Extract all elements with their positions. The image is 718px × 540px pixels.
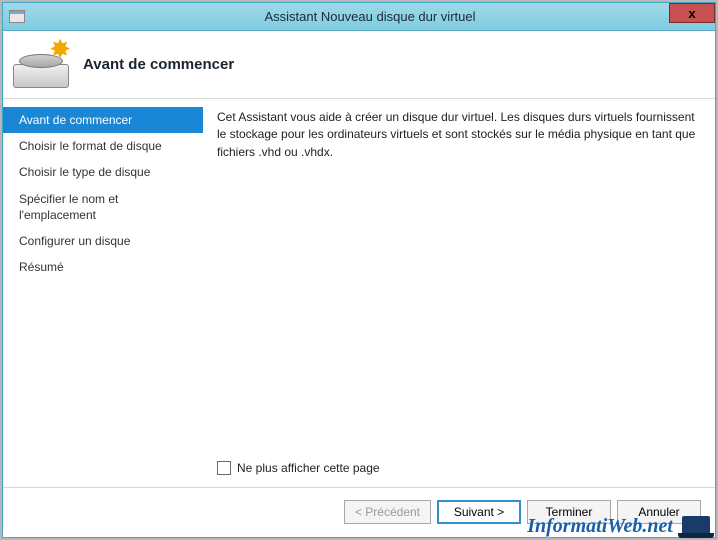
new-star-icon: ✸ (49, 36, 71, 62)
step-specifier-nom[interactable]: Spécifier le nom et l'emplacement (3, 186, 203, 228)
wizard-footer: < Précédent Suivant > Terminer Annuler (3, 487, 715, 535)
step-resume[interactable]: Résumé (3, 254, 203, 280)
close-icon: x (688, 6, 695, 21)
disk-icon: ✸ (13, 42, 69, 88)
wizard-steps: Avant de commencer Choisir le format de … (3, 99, 203, 487)
wizard-content: Cet Assistant vous aide à créer un disqu… (203, 99, 715, 487)
step-configurer-disque[interactable]: Configurer un disque (3, 228, 203, 254)
wizard-window: Assistant Nouveau disque dur virtuel x ✸… (2, 2, 716, 538)
dont-show-again-checkbox[interactable] (217, 461, 231, 475)
window-icon (9, 10, 25, 23)
window-title: Assistant Nouveau disque dur virtuel (25, 9, 715, 24)
step-avant-de-commencer[interactable]: Avant de commencer (3, 107, 203, 133)
previous-button: < Précédent (344, 500, 431, 524)
step-choisir-type[interactable]: Choisir le type de disque (3, 159, 203, 185)
finish-button[interactable]: Terminer (527, 500, 611, 524)
wizard-body: Avant de commencer Choisir le format de … (3, 99, 715, 487)
close-button[interactable]: x (669, 3, 715, 23)
dont-show-again-row: Ne plus afficher cette page (217, 461, 380, 475)
step-choisir-format[interactable]: Choisir le format de disque (3, 133, 203, 159)
dont-show-again-label: Ne plus afficher cette page (237, 461, 380, 475)
cancel-button[interactable]: Annuler (617, 500, 701, 524)
page-title: Avant de commencer (83, 56, 234, 73)
wizard-header: ✸ Avant de commencer (3, 31, 715, 99)
titlebar: Assistant Nouveau disque dur virtuel x (3, 3, 715, 31)
next-button[interactable]: Suivant > (437, 500, 521, 524)
description-text: Cet Assistant vous aide à créer un disqu… (217, 109, 697, 161)
